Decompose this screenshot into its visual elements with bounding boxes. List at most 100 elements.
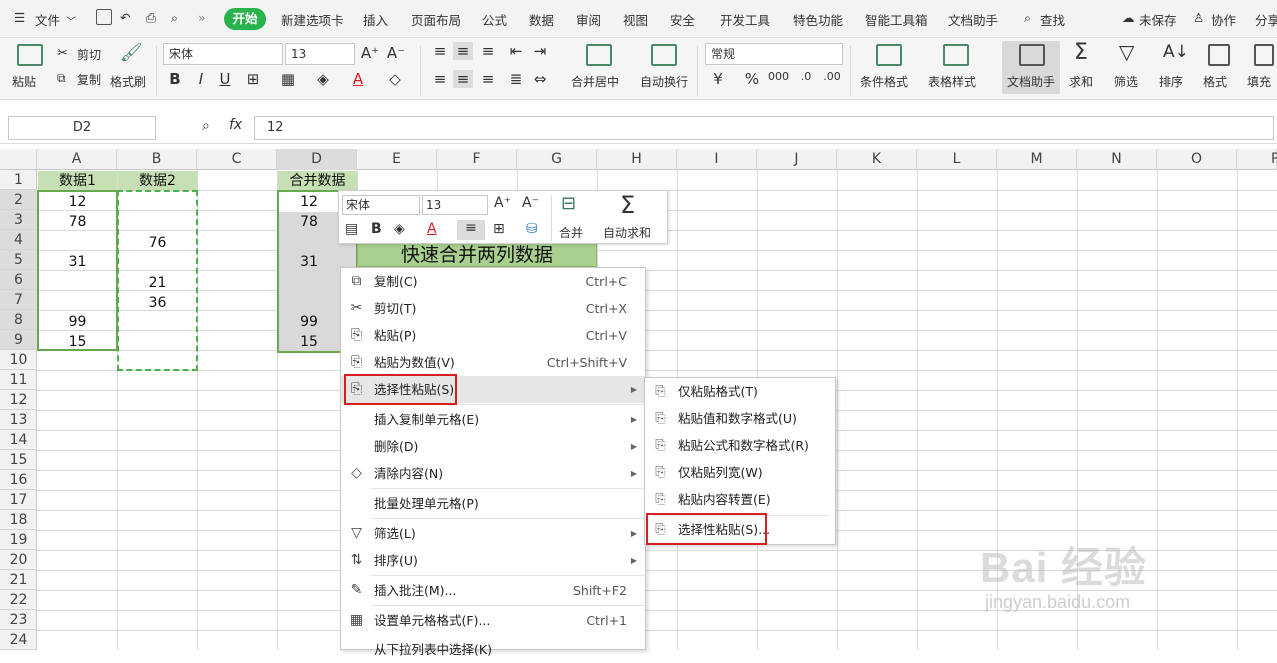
wrap-text-button[interactable]: 自动换行 [640, 73, 688, 90]
mini-merge-button[interactable]: 合并 [559, 224, 583, 241]
mini-autosum-button[interactable]: 自动求和 [603, 224, 651, 241]
cell-a7[interactable] [38, 292, 117, 312]
paste-button[interactable]: 粘贴 [12, 73, 36, 90]
tab-doc-assistant[interactable]: 文档助手 [948, 10, 998, 29]
formula-input[interactable]: 12 [254, 116, 1274, 140]
row-header[interactable]: 16 [0, 470, 37, 490]
filter-icon[interactable]: ▽ [1119, 40, 1134, 64]
col-header-p[interactable]: P [1237, 149, 1277, 170]
cell-b2[interactable] [118, 192, 197, 212]
cell-a6[interactable] [38, 272, 117, 292]
tab-view[interactable]: 视图 [623, 10, 648, 29]
col-header-h[interactable]: H [597, 149, 677, 170]
table-style-button[interactable]: 表格样式 [928, 73, 976, 90]
cell-a9[interactable]: 15 [38, 332, 117, 352]
col-header-k[interactable]: K [837, 149, 917, 170]
col-header-n[interactable]: N [1077, 149, 1157, 170]
row-header[interactable]: 10 [0, 350, 37, 370]
row-header[interactable]: 22 [0, 590, 37, 610]
bold-icon[interactable]: B [371, 221, 382, 237]
mini-font-size[interactable]: 13 [422, 195, 488, 215]
tab-start[interactable]: 开始 [224, 8, 266, 30]
cell-format-icon[interactable]: ▤ [345, 221, 358, 237]
tab-page-layout[interactable]: 页面布局 [411, 10, 461, 29]
indent-increase-icon[interactable]: ⇥ [530, 42, 550, 60]
number-format-select[interactable]: 常规 [705, 43, 843, 65]
row-header[interactable]: 13 [0, 410, 37, 430]
cell-d8[interactable]: 99 [279, 312, 339, 332]
chevron-down-icon[interactable]: ﹀ [66, 13, 76, 28]
doc-assistant-button[interactable]: 文档助手 [1007, 73, 1055, 90]
thousands-icon[interactable]: 000 [768, 70, 789, 83]
font-size-select[interactable]: 13 [285, 43, 355, 65]
underline-icon[interactable]: U [215, 70, 235, 88]
italic-icon[interactable]: I [191, 70, 211, 88]
menu-item-cut[interactable]: ✂ 剪切(T) Ctrl+X [341, 295, 645, 322]
cell-d9[interactable]: 15 [279, 332, 339, 352]
scissors-icon[interactable]: ✂ [57, 46, 68, 61]
menu-item-comment[interactable]: ✎ 插入批注(M)... Shift+F2 [341, 577, 645, 604]
cell-a4[interactable] [38, 232, 117, 252]
paint-icon[interactable]: ⛁ [526, 221, 538, 237]
table-style-icon[interactable] [943, 44, 969, 66]
percent-icon[interactable]: % [742, 70, 762, 88]
file-menu[interactable]: 文件 [35, 10, 60, 29]
sigma-icon[interactable]: Σ [620, 191, 635, 219]
font-color-icon[interactable]: A [348, 70, 368, 88]
cell-b8[interactable] [118, 312, 197, 332]
cell-b1[interactable]: 数据2 [118, 171, 197, 190]
tab-developer[interactable]: 开发工具 [720, 10, 770, 29]
col-header-c[interactable]: C [197, 149, 277, 170]
collab-button[interactable]: 协作 [1211, 10, 1236, 29]
clear-icon[interactable]: ◇ [385, 70, 405, 88]
row-header[interactable]: 5 [0, 250, 37, 270]
decrease-font-icon[interactable]: A⁻ [386, 44, 406, 62]
paste-icon[interactable] [17, 44, 43, 66]
currency-icon[interactable]: ¥ [708, 70, 728, 88]
row-header[interactable]: 19 [0, 530, 37, 550]
merge-icon[interactable]: ⊟ [561, 193, 576, 214]
menu-item-sort[interactable]: ⇅ 排序(U) ▶ [341, 547, 645, 574]
hamburger-icon[interactable]: ☰ [14, 10, 25, 25]
cell-d4[interactable] [279, 232, 339, 252]
col-header-g[interactable]: G [517, 149, 597, 170]
menu-item-batch[interactable]: 批量处理单元格(P) [341, 490, 645, 517]
cut-button[interactable]: 剪切 [77, 46, 101, 63]
justify-icon[interactable]: ≣ [506, 70, 526, 88]
menu-item-insert-copied[interactable]: 插入复制单元格(E) ▶ [341, 406, 645, 433]
sort-button[interactable]: 排序 [1159, 73, 1183, 90]
sort-icon[interactable]: A↓ [1163, 42, 1189, 62]
submenu-paste-values-format[interactable]: ⎘ 粘贴值和数字格式(U) [645, 405, 835, 432]
cell-d1[interactable]: 合并数据 [278, 171, 357, 190]
row-header[interactable]: 15 [0, 450, 37, 470]
col-header-e[interactable]: E [357, 149, 437, 170]
border-icon[interactable]: ⊞ [493, 221, 505, 237]
increase-font-icon[interactable]: A⁺ [360, 44, 380, 62]
copy-button[interactable]: 复制 [77, 71, 101, 88]
submenu-paste-formula-format[interactable]: ⎘ 粘贴公式和数字格式(R) [645, 432, 835, 459]
cell-style-icon[interactable]: ▦ [278, 70, 298, 88]
row-header[interactable]: 2 [0, 190, 37, 210]
align-bottom-icon[interactable]: ≡ [478, 42, 498, 60]
fill-color-icon[interactable]: ◈ [313, 70, 333, 88]
row-header[interactable]: 20 [0, 550, 37, 570]
bold-icon[interactable]: B [165, 70, 185, 88]
col-header-j[interactable]: J [757, 149, 837, 170]
cell-b7[interactable]: 36 [118, 293, 197, 313]
cell-a8[interactable]: 99 [38, 312, 117, 332]
brush-icon[interactable]: 🖌 [120, 42, 143, 63]
cell-d5[interactable]: 31 [279, 252, 339, 272]
align-left-icon[interactable]: ≡ [430, 70, 450, 88]
col-header-o[interactable]: O [1157, 149, 1237, 170]
search-icon[interactable]: ⌕ [1024, 10, 1031, 26]
row-header[interactable]: 1 [0, 170, 37, 190]
align-top-icon[interactable]: ≡ [430, 42, 450, 60]
row-header[interactable]: 24 [0, 630, 37, 650]
filter-button[interactable]: 筛选 [1114, 73, 1138, 90]
more-icon[interactable]: » [198, 10, 206, 25]
cell-a3[interactable]: 78 [38, 212, 117, 232]
row-header[interactable]: 11 [0, 370, 37, 390]
fill-color-icon[interactable]: ◈ [394, 221, 405, 237]
distribute-icon[interactable]: ⇔ [530, 70, 550, 88]
row-header[interactable]: 12 [0, 390, 37, 410]
